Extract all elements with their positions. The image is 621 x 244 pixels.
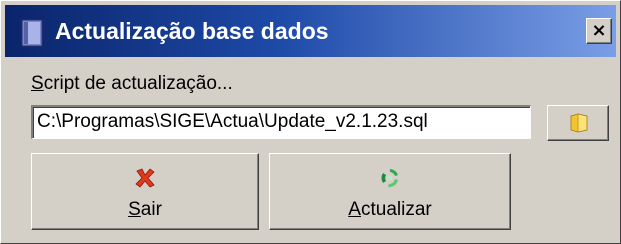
green-recycle-icon <box>381 169 398 188</box>
close-button[interactable]: × <box>586 18 612 44</box>
exit-button[interactable]: Sair <box>31 153 259 230</box>
update-dialog: Actualização base dados × Script de actu… <box>0 0 621 244</box>
exit-mnemonic: S <box>128 199 141 220</box>
close-icon: × <box>591 20 607 41</box>
folder-icon <box>570 113 588 133</box>
browse-button[interactable] <box>547 105 609 141</box>
update-button-label: Actualizar <box>270 198 510 222</box>
script-path-input[interactable]: C:\Programas\SIGE\Actua\Update_v2.1.23.s… <box>31 105 531 139</box>
red-x-icon <box>135 168 155 188</box>
script-label-mnemonic: S <box>31 73 44 94</box>
update-mnemonic: A <box>348 199 361 220</box>
exit-button-label: Sair <box>32 198 258 222</box>
title-bar[interactable]: Actualização base dados × <box>5 5 616 57</box>
exit-label-text: air <box>140 199 162 220</box>
script-label: Script de actualização... <box>31 71 233 97</box>
window-title: Actualização base dados <box>55 18 329 44</box>
script-label-text: cript de actualização... <box>43 73 233 94</box>
update-label-text: ctualizar <box>360 199 432 220</box>
update-button[interactable]: Actualizar <box>269 153 511 230</box>
app-window-icon <box>21 19 43 47</box>
